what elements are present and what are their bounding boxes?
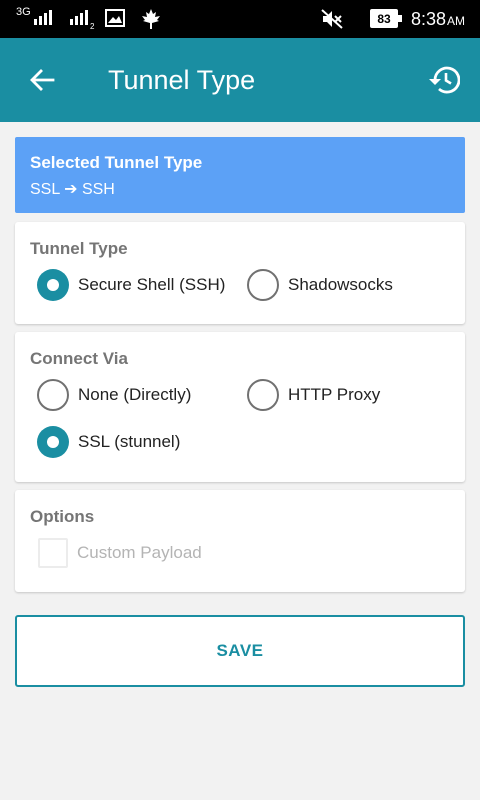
radio-ssl-stunnel-control[interactable] (37, 426, 69, 458)
signal-strength-2-icon (70, 10, 88, 25)
battery-indicator: 83 (370, 9, 402, 28)
radio-direct-label: None (Directly) (78, 385, 192, 404)
radio-shadowsocks[interactable]: Shadowsocks (247, 269, 393, 301)
options-card: Options Custom Payload (15, 490, 465, 592)
radio-direct-control[interactable] (37, 379, 69, 411)
connect-via-title: Connect Via (30, 349, 128, 368)
radio-shadowsocks-label: Shadowsocks (288, 275, 393, 294)
status-clock: 8:38 AM (411, 0, 465, 38)
arrow-left-icon (30, 69, 55, 91)
history-button[interactable] (424, 60, 464, 100)
signal-strength-icon (34, 10, 52, 25)
page-title: Tunnel Type (108, 64, 256, 95)
custom-payload-label: Custom Payload (77, 543, 202, 562)
radio-ssh-control[interactable] (37, 269, 69, 301)
sim-label: 2 (90, 22, 95, 31)
maple-leaf-icon (142, 9, 160, 29)
back-button[interactable] (22, 60, 62, 100)
network-type-label: 3G (16, 6, 31, 18)
connect-via-card: Connect Via None (Directly) HTTP Proxy S… (15, 332, 465, 482)
clock-time: 8:38 (411, 8, 447, 29)
custom-payload-checkbox[interactable] (38, 538, 68, 568)
tunnel-type-card: Tunnel Type Secure Shell (SSH) Shadowsoc… (15, 222, 465, 324)
image-notification-icon (105, 9, 125, 27)
selected-tunnel-banner: Selected Tunnel Type SSL ➔ SSH (15, 137, 465, 213)
radio-http-proxy-control[interactable] (247, 379, 279, 411)
custom-payload-option[interactable]: Custom Payload (38, 537, 202, 569)
options-title: Options (30, 507, 95, 526)
status-bar: 3G 2 83 8:38 AM (0, 0, 480, 38)
mute-icon (321, 9, 343, 29)
app-bar: Tunnel Type (0, 38, 480, 122)
radio-ssh-label: Secure Shell (SSH) (78, 275, 226, 294)
banner-title: Selected Tunnel Type (30, 153, 203, 172)
radio-ssl-stunnel[interactable]: SSL (stunnel) (37, 426, 180, 458)
banner-value: SSL ➔ SSH (30, 181, 115, 198)
radio-http-proxy[interactable]: HTTP Proxy (247, 379, 380, 411)
save-button[interactable]: SAVE (15, 615, 465, 687)
clock-suffix: AM (447, 14, 466, 28)
radio-direct[interactable]: None (Directly) (37, 379, 191, 411)
radio-ssl-stunnel-label: SSL (stunnel) (78, 432, 181, 451)
radio-http-proxy-label: HTTP Proxy (288, 385, 381, 404)
tunnel-type-title: Tunnel Type (30, 239, 128, 258)
history-icon (429, 66, 460, 94)
radio-ssh[interactable]: Secure Shell (SSH) (37, 269, 225, 301)
radio-shadowsocks-control[interactable] (247, 269, 279, 301)
